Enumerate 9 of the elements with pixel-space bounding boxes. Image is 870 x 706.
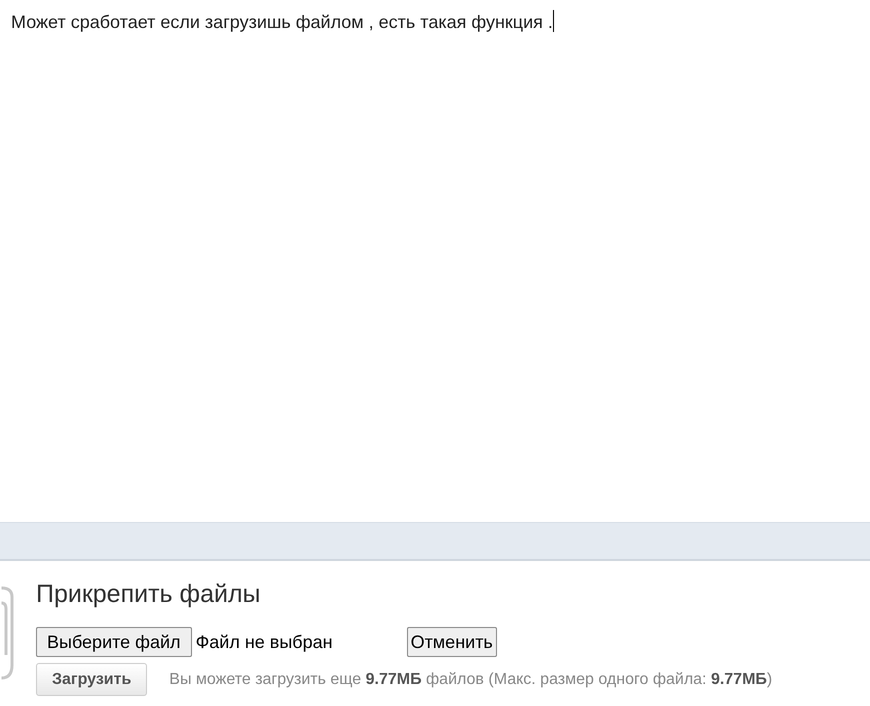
text-cursor [552,10,554,32]
section-title: Прикрепить файлы [36,579,262,609]
cancel-button[interactable]: Отменить [406,627,497,657]
upload-button[interactable]: Загрузить [36,663,148,696]
paperclip-icon [0,585,14,681]
upload-limit-info: Вы можете загрузить еще 9.77МБ файлов (Макс. размер одного файла: 9.77МБ) [169,670,772,690]
editor-text: Может сработает если загрузишь файлом , есть такая функция . [11,11,553,34]
file-status: Файл не выбран [196,630,334,654]
choose-file-button[interactable]: Выберите файл [36,627,192,657]
